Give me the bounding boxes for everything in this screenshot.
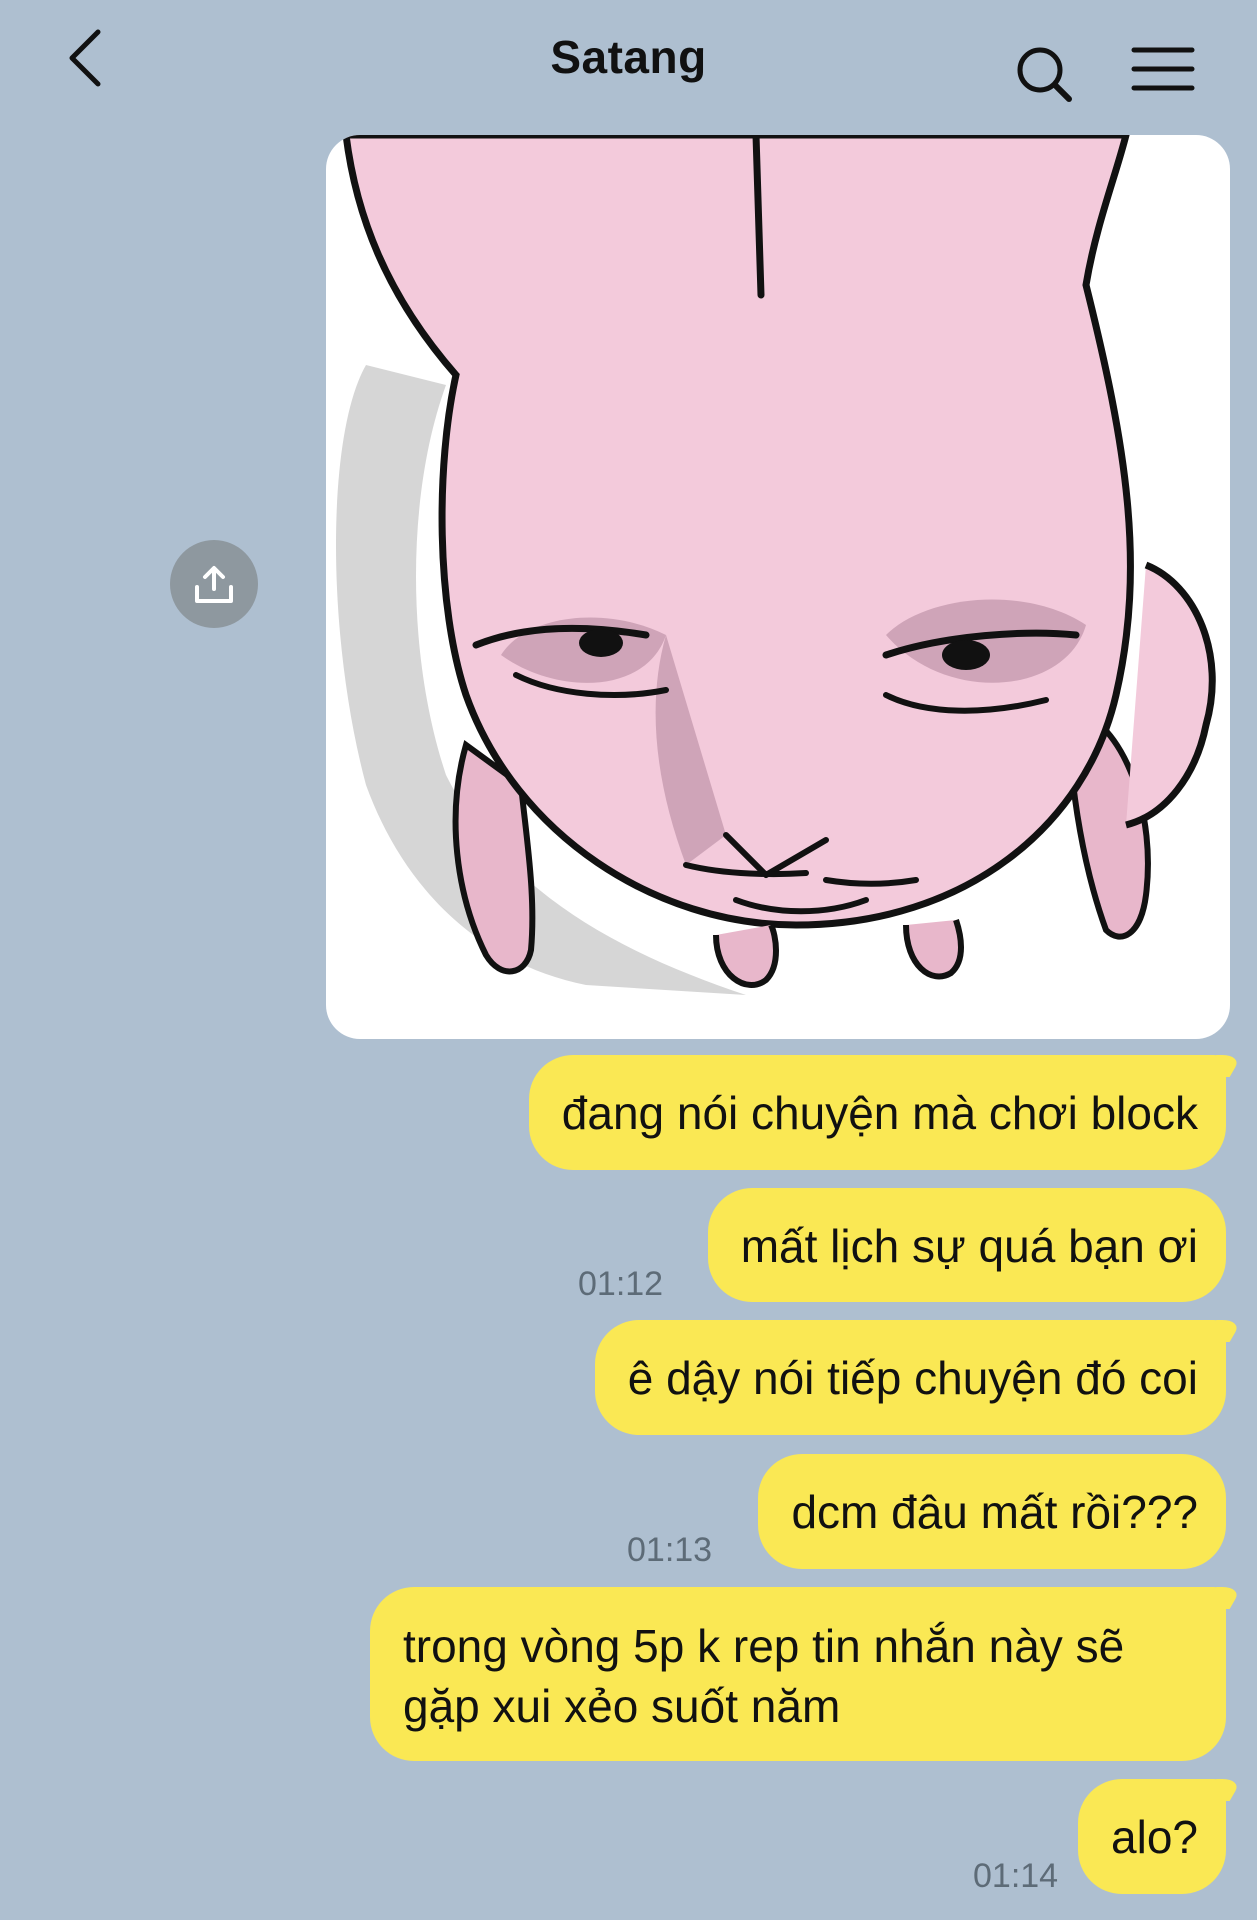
message-bubble[interactable]: trong vòng 5p k rep tin nhắn này sẽ gặp … bbox=[370, 1587, 1226, 1761]
message-time: 01:12 bbox=[578, 1265, 664, 1303]
search-button[interactable] bbox=[1010, 40, 1080, 110]
message-bubble[interactable]: alo? bbox=[1078, 1779, 1226, 1894]
share-upload-icon bbox=[195, 566, 233, 603]
message-bubble[interactable]: dcm đâu mất rồi??? bbox=[758, 1454, 1226, 1569]
pink-bunny-sticker-icon bbox=[336, 135, 1216, 995]
message-time: 01:13 bbox=[627, 1531, 713, 1569]
share-button[interactable] bbox=[170, 540, 258, 628]
hamburger-menu-icon bbox=[1131, 47, 1195, 91]
message-bubble[interactable]: mất lịch sự quá bạn ơi bbox=[707, 1188, 1226, 1302]
message-time: 01:14 bbox=[973, 1857, 1059, 1895]
sticker-image[interactable] bbox=[326, 135, 1230, 1039]
message-bubble[interactable]: đang nói chuyện mà chơi block bbox=[528, 1055, 1226, 1170]
menu-button[interactable] bbox=[1128, 42, 1198, 102]
message-bubble[interactable]: ê dậy nói tiếp chuyện đó coi bbox=[594, 1320, 1226, 1435]
search-icon bbox=[1017, 47, 1072, 102]
chat-header: Satang bbox=[0, 0, 1257, 125]
